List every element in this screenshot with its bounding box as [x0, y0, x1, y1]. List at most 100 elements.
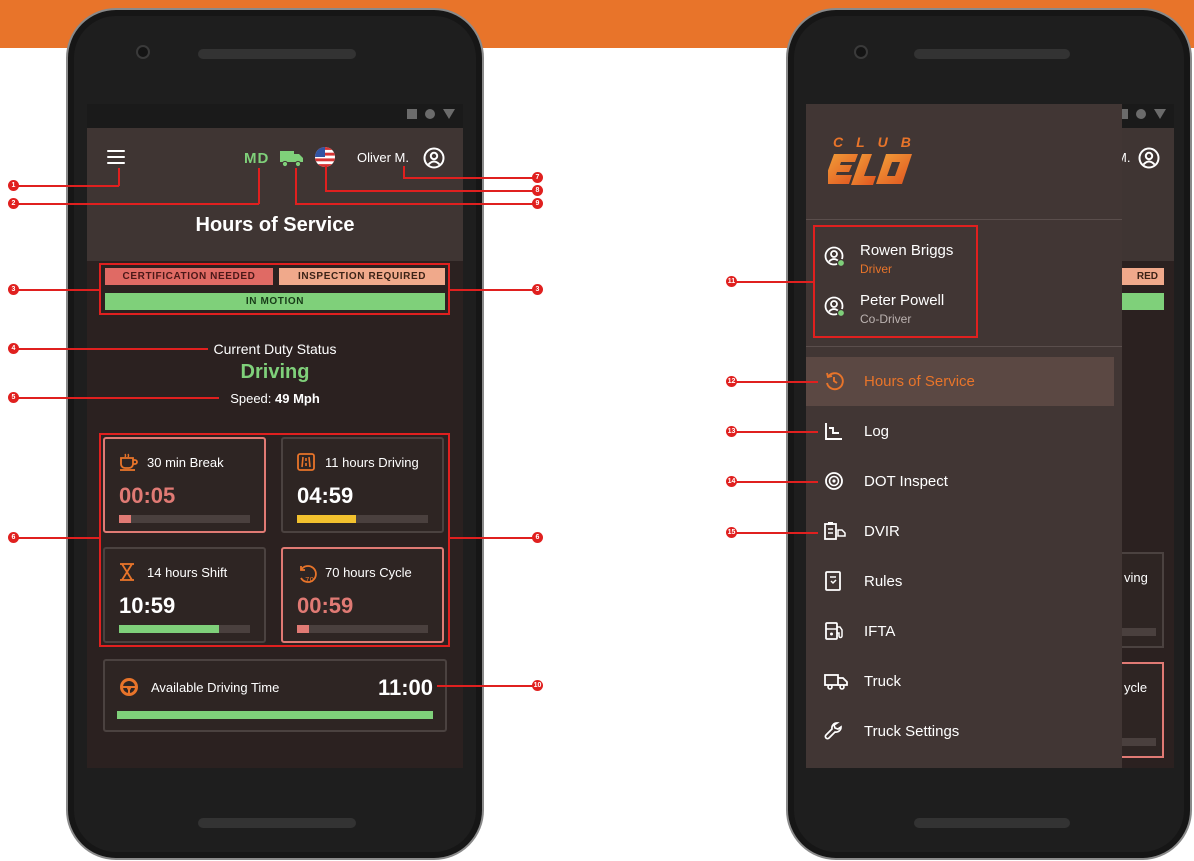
annotation-marker: 3 — [8, 284, 19, 295]
menu-item-hours-of-service[interactable]: Hours of Service — [806, 357, 1114, 406]
menu-item-label: Truck — [864, 673, 901, 690]
dot-inspect-icon — [825, 472, 843, 490]
annotation-line-12 — [734, 381, 818, 383]
circle-icon — [1136, 109, 1146, 119]
annotation-line-3-left — [14, 289, 100, 291]
menu-item-dvir[interactable]: DVIR — [806, 507, 1114, 556]
annotation-marker: 1 — [8, 180, 19, 191]
menu-item-truck[interactable]: Truck — [806, 657, 1114, 706]
annotation-marker: 7 — [532, 172, 543, 183]
annotation-box-badges — [99, 263, 450, 315]
rules-icon — [825, 571, 841, 591]
speaker-grille — [198, 49, 356, 59]
annotation-line-15 — [734, 532, 818, 534]
available-driving-value: 11:00 — [377, 675, 433, 700]
annotation-marker: 15 — [726, 527, 737, 538]
annotation-line-1 — [14, 185, 119, 187]
annotation-line-3-right — [449, 289, 537, 291]
background-badge: RED — [1122, 268, 1164, 285]
menu-item-label: IFTA — [864, 623, 896, 640]
annotation-box-drivers — [813, 225, 978, 338]
history-icon — [826, 372, 844, 391]
menu-item-label: Rules — [864, 573, 903, 590]
annotation-line-9 — [295, 203, 537, 205]
logo-club-text: CLUB — [833, 134, 924, 150]
menu-item-truck-settings[interactable]: Truck Settings — [806, 707, 1114, 756]
menu-item-label: DVIR — [864, 523, 900, 540]
triangle-icon — [1154, 109, 1166, 119]
navigation-drawer: CLUB Rowen Briggs Driver Peter Powell Co… — [806, 104, 1122, 768]
truck-icon — [824, 674, 848, 690]
annotation-line-4 — [14, 348, 208, 350]
annotation-marker: 6 — [8, 532, 19, 543]
annotation-line-13 — [734, 431, 818, 433]
menu-item-label: DOT Inspect — [864, 473, 948, 490]
menu-icon[interactable] — [107, 150, 125, 164]
circle-icon — [425, 109, 435, 119]
annotation-marker: 2 — [8, 198, 19, 209]
triangle-icon — [443, 109, 455, 119]
annotation-line-5 — [14, 397, 219, 399]
annotation-line-9-v — [295, 168, 297, 204]
right-screen: M. RED ving ycle CLUB Rowen Briggs Drive… — [806, 104, 1174, 768]
state-code[interactable]: MD — [244, 150, 269, 167]
menu-item-label: Truck Settings — [864, 723, 960, 740]
annotation-line-14 — [734, 481, 818, 483]
drawer-divider — [806, 346, 1122, 347]
log-chart-icon — [825, 423, 842, 440]
app-header: MD Oliver M. Hours of Service — [87, 128, 463, 261]
annotation-line-7 — [403, 177, 537, 179]
page-title: Hours of Service — [195, 214, 355, 236]
available-driving-card[interactable]: Available Driving Time 11:00 — [103, 659, 447, 732]
background-motion-badge — [1122, 293, 1164, 310]
annotation-line-1-v — [118, 168, 120, 186]
menu-item-label: Hours of Service — [864, 373, 975, 390]
annotation-line-8-v — [325, 166, 327, 191]
annotation-marker: 12 — [726, 376, 737, 387]
background-card-1-text: ving — [1124, 570, 1148, 585]
bottom-speaker — [914, 818, 1070, 828]
speed-value: 49 Mph — [275, 391, 320, 406]
speed-readout: Speed: 49 Mph — [87, 391, 463, 406]
wrench-icon — [824, 722, 842, 740]
annotation-line-11 — [734, 281, 814, 283]
menu-item-ifta[interactable]: IFTA — [806, 607, 1114, 656]
camera — [136, 45, 150, 59]
steering-wheel-icon — [120, 678, 138, 696]
annotation-line-6-right — [449, 537, 537, 539]
background-card-2-text: ycle — [1124, 680, 1148, 695]
annotation-marker: 6 — [532, 532, 543, 543]
annotation-marker: 13 — [726, 426, 737, 437]
user-avatar-icon[interactable] — [423, 147, 445, 169]
available-driving-label: Available Driving Time — [151, 680, 280, 695]
bottom-speaker — [198, 818, 356, 828]
annotation-line-8 — [325, 190, 537, 192]
annotation-marker: 10 — [532, 680, 543, 691]
annotation-marker: 8 — [532, 185, 543, 196]
annotation-line-7-v — [403, 166, 405, 178]
menu-item-label: Log — [864, 423, 890, 440]
ifta-icon — [825, 622, 843, 640]
status-bar — [87, 104, 463, 128]
annotation-line-6-left — [14, 537, 100, 539]
annotation-marker: 5 — [8, 392, 19, 403]
annotation-marker: 11 — [726, 276, 737, 287]
menu-item-log[interactable]: Log — [806, 407, 1114, 456]
menu-item-rules[interactable]: Rules — [806, 557, 1114, 606]
annotation-line-10 — [437, 685, 537, 687]
us-flag-icon[interactable] — [315, 147, 335, 167]
annotation-line-2 — [14, 203, 259, 205]
dvir-icon — [824, 522, 846, 540]
camera — [854, 45, 868, 59]
annotation-box-cards — [99, 433, 450, 647]
annotation-line-2-v — [258, 168, 260, 204]
user-name[interactable]: Oliver M. — [357, 150, 409, 165]
speaker-grille — [914, 49, 1070, 59]
annotation-marker: 3 — [532, 284, 543, 295]
truck-icon[interactable] — [279, 148, 305, 168]
annotation-marker: 4 — [8, 343, 19, 354]
club-eld-logo — [828, 154, 912, 185]
annotation-marker: 9 — [532, 198, 543, 209]
drawer-divider — [806, 219, 1122, 220]
menu-item-dot-inspect[interactable]: DOT Inspect — [806, 457, 1114, 506]
